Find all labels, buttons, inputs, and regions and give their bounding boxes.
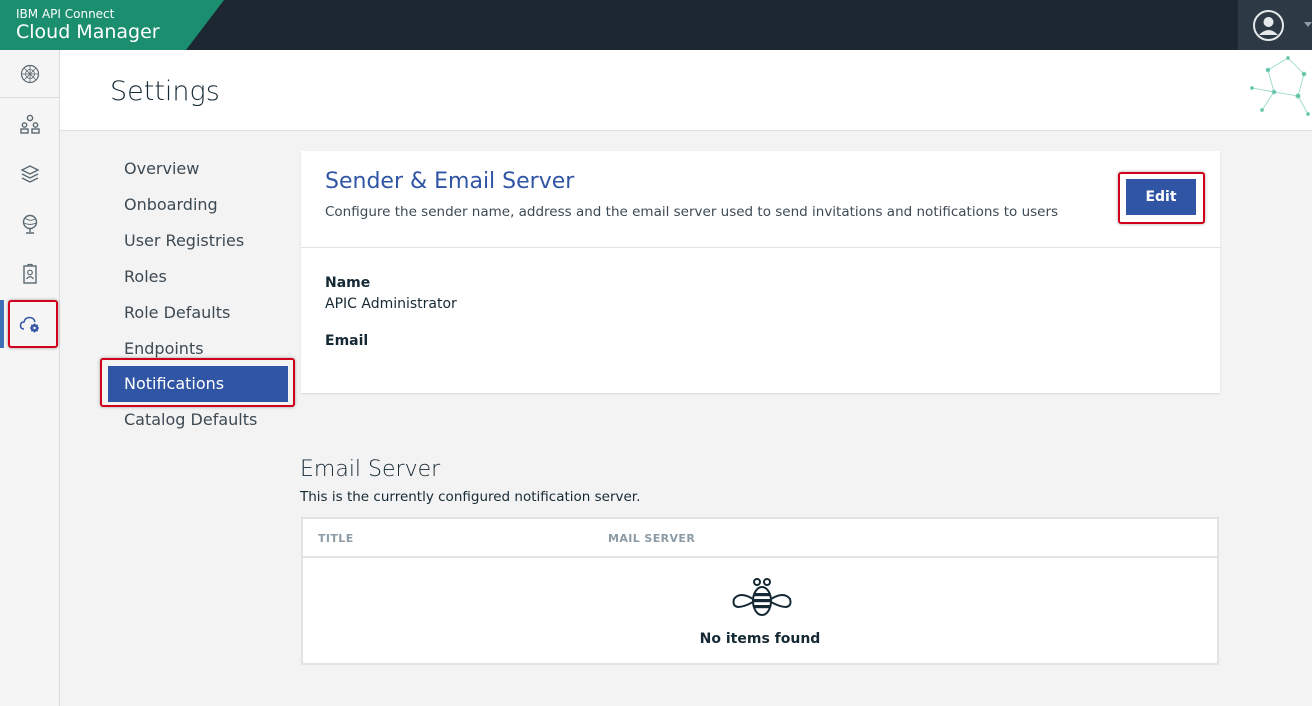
user-avatar-icon xyxy=(1253,10,1284,41)
name-label: Name xyxy=(325,275,371,291)
rail-item-provider-organizations[interactable] xyxy=(0,100,59,148)
chevron-down-icon xyxy=(1304,22,1312,27)
email-server-table: TITLE MAIL SERVER No items found xyxy=(301,517,1219,665)
email-server-description: This is the currently configured notific… xyxy=(300,489,641,505)
email-label: Email xyxy=(325,333,369,349)
cloud-settings-highlight-box xyxy=(8,300,58,348)
settings-nav-catalog-defaults[interactable]: Catalog Defaults xyxy=(108,402,288,438)
card-header: Sender & Email Server Configure the send… xyxy=(301,151,1220,248)
brand-product-name: IBM API Connect xyxy=(16,7,115,21)
dashboard-icon xyxy=(20,64,39,83)
network-decoration-icon xyxy=(1250,56,1311,117)
settings-nav-user-registries[interactable]: User Registries xyxy=(108,223,288,259)
table-header: TITLE MAIL SERVER xyxy=(303,519,1217,558)
topology-icon xyxy=(22,214,37,234)
sender-email-server-card: Sender & Email Server Configure the send… xyxy=(301,151,1220,393)
rail-item-dashboard[interactable] xyxy=(0,50,59,98)
provider-organizations-icon xyxy=(19,114,40,134)
card-title: Sender & Email Server xyxy=(325,169,575,194)
left-navigation-rail xyxy=(0,50,60,706)
page-header: Settings xyxy=(60,50,1312,131)
rail-item-topology[interactable] xyxy=(0,200,59,248)
settings-nav-overview[interactable]: Overview xyxy=(108,151,288,187)
user-menu-button[interactable] xyxy=(1238,0,1312,50)
name-value: APIC Administrator xyxy=(325,296,457,312)
rail-item-members[interactable] xyxy=(0,250,59,298)
settings-nav-role-defaults[interactable]: Role Defaults xyxy=(108,295,288,331)
notifications-highlight-box xyxy=(100,358,295,407)
brand-app-name: Cloud Manager xyxy=(16,21,160,43)
rail-item-resources[interactable] xyxy=(0,150,59,198)
settings-nav-onboarding[interactable]: Onboarding xyxy=(108,187,288,223)
bee-empty-state-icon xyxy=(732,578,792,616)
resources-icon xyxy=(19,165,40,183)
settings-nav-roles[interactable]: Roles xyxy=(108,259,288,295)
badge-icon xyxy=(22,263,37,284)
page-title: Settings xyxy=(110,76,220,107)
column-header-title[interactable]: TITLE xyxy=(318,532,354,545)
card-description: Configure the sender name, address and t… xyxy=(325,204,1059,220)
brand-logo[interactable]: IBM API Connect Cloud Manager xyxy=(0,0,224,50)
column-header-mail-server[interactable]: MAIL SERVER xyxy=(608,532,695,545)
email-server-title: Email Server xyxy=(300,457,441,482)
edit-button[interactable]: Edit xyxy=(1126,179,1196,215)
top-bar: IBM API Connect Cloud Manager xyxy=(0,0,1312,50)
empty-state-message: No items found xyxy=(699,631,821,647)
